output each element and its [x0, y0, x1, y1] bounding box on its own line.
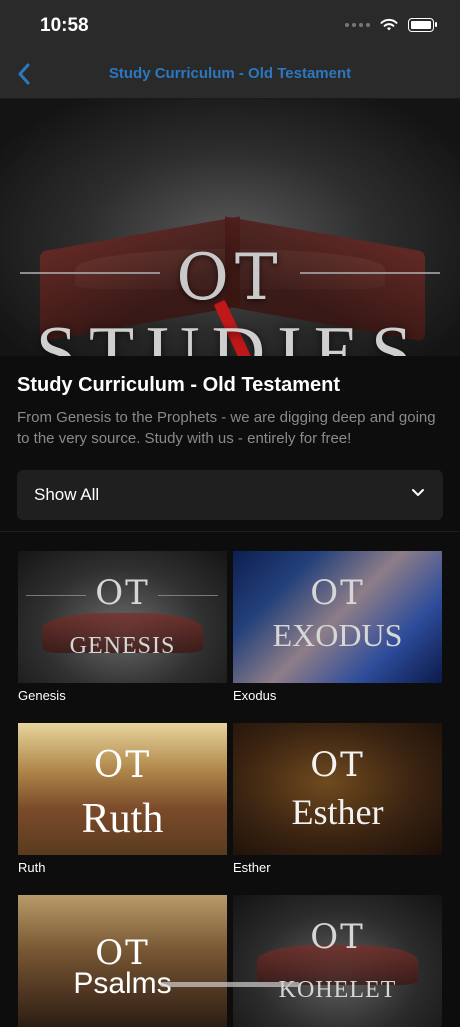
study-thumbnail: OT GENESIS — [18, 551, 227, 683]
wifi-icon — [380, 18, 398, 31]
study-card-kohelet[interactable]: OT KOHELET — [233, 895, 442, 1027]
study-card-ruth[interactable]: OT Ruth Ruth — [18, 723, 227, 875]
nav-bar: Study Curriculum - Old Testament — [0, 50, 460, 99]
study-thumbnail: OT Psalms — [18, 895, 227, 1027]
signal-icon — [345, 23, 370, 27]
study-card-label: Esther — [233, 860, 271, 875]
thumbnail-title-book: EXODUS — [272, 617, 403, 653]
study-thumbnail: OT Esther — [233, 723, 442, 855]
thumbnail-title-book: Ruth — [81, 796, 164, 842]
filter-dropdown[interactable]: Show All — [17, 470, 443, 520]
divider — [0, 531, 460, 532]
thumbnail-title-ot: OT — [310, 917, 365, 957]
thumbnail-title-ot: OT — [310, 745, 365, 785]
page-title: Study Curriculum - Old Testament — [17, 374, 340, 396]
page-description: From Genesis to the Prophets - we are di… — [17, 409, 436, 447]
thumbnail-title-ot: OT — [95, 573, 150, 613]
hero-banner: OT STUDIES — [0, 99, 460, 356]
thumbnail-title-book: GENESIS — [69, 633, 176, 659]
status-time: 10:58 — [40, 15, 89, 36]
hero-title-studies: STUDIES — [35, 312, 425, 356]
thumbnail-title-ot: OT — [93, 745, 152, 786]
home-indicator — [160, 982, 300, 987]
status-icons — [345, 18, 437, 32]
study-card-label: Exodus — [233, 688, 277, 703]
study-card-genesis[interactable]: OT GENESIS Genesis — [18, 551, 227, 703]
study-thumbnail: OT EXODUS — [233, 551, 442, 683]
study-card-esther[interactable]: OT Esther Esther — [233, 723, 442, 875]
study-thumbnail: OT Ruth — [18, 723, 227, 855]
hero-title-ot: OT — [176, 241, 284, 315]
chevron-down-icon — [412, 489, 424, 496]
study-thumbnail: OT KOHELET — [233, 895, 442, 1027]
study-card-label: Genesis — [18, 688, 66, 703]
study-card-psalms[interactable]: OT Psalms — [18, 895, 227, 1027]
battery-icon — [408, 18, 437, 32]
filter-selected-value: Show All — [34, 485, 100, 504]
thumbnail-title-ot: OT — [310, 573, 365, 613]
thumbnail-title-book: Esther — [291, 792, 384, 832]
nav-title: Study Curriculum - Old Testament — [108, 65, 352, 82]
study-card-exodus[interactable]: OT EXODUS Exodus — [233, 551, 442, 703]
status-bar: 10:58 — [0, 0, 460, 50]
study-card-label: Ruth — [18, 860, 46, 875]
